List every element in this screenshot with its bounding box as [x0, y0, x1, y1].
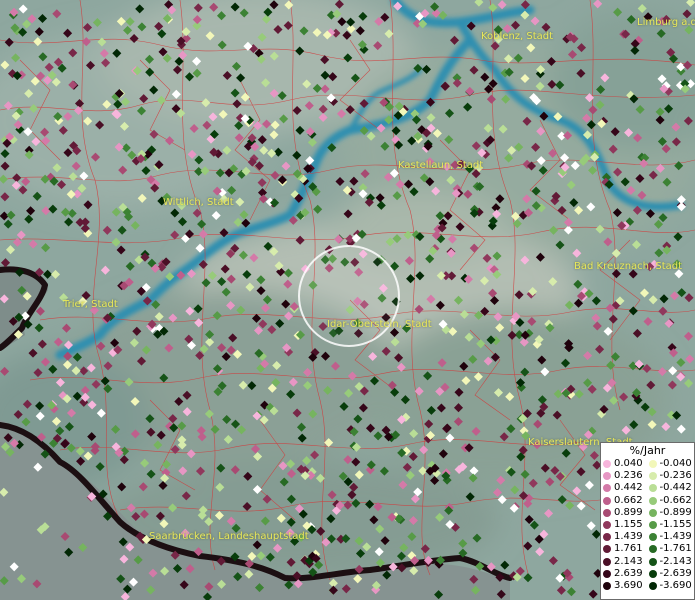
legend-row: 1.761 -1.761	[603, 543, 694, 555]
legend-entry-negative: -0.662	[648, 494, 695, 507]
legend-label: 1.439	[614, 531, 643, 543]
legend-title: %/Jahr	[629, 444, 666, 457]
legend-entry-negative: -0.236	[648, 470, 695, 482]
legend-row: 0.236 -0.236	[603, 470, 694, 482]
legend-entry-negative: -3.690	[648, 579, 695, 592]
legend-swatch	[603, 460, 611, 469]
city-label-wittlich: Wittlich, Stadt	[163, 197, 234, 208]
legend-entry-positive: 1.155	[603, 519, 649, 531]
legend-swatch	[648, 508, 657, 517]
legend-swatch	[648, 472, 657, 481]
legend-label: 2.143	[614, 555, 643, 567]
legend-swatch	[603, 569, 611, 578]
legend-row: 2.143 -2.143	[603, 556, 694, 568]
legend-row: 0.899 -0.899	[603, 507, 694, 519]
legend-entry-negative: -1.761	[648, 543, 695, 555]
legend-label: 0.662	[614, 494, 643, 506]
legend-swatch	[648, 533, 657, 542]
legend-row: 1.155 -1.155	[603, 519, 694, 531]
legend-row: 0.442 -0.442	[603, 482, 694, 494]
legend-label: 0.442	[614, 482, 643, 494]
focus-circle	[298, 245, 400, 347]
legend-label: -2.143	[659, 555, 692, 567]
legend-swatch	[648, 460, 657, 469]
legend-swatch	[603, 484, 611, 493]
legend-entry-positive: 2.639	[603, 568, 649, 580]
legend-entry-positive: 0.662	[603, 495, 649, 507]
legend-rows: 0.040 -0.040 0.236 -0.236 0.442 -0.442 0.662 -0…	[601, 458, 694, 592]
city-label-kastellaun: Kastellaun, Stadt	[398, 160, 484, 171]
legend-swatch	[648, 496, 657, 505]
legend-row: 3.690 -3.690	[603, 580, 694, 592]
legend-label: -0.040	[659, 458, 692, 470]
legend: %/Jahr 0.040 -0.040 0.236 -0.236 0.442 -0.442…	[600, 442, 695, 600]
legend-entry-negative: -1.439	[648, 531, 695, 543]
legend-label: 0.899	[614, 506, 643, 518]
legend-label: -0.899	[659, 506, 692, 518]
legend-entry-positive: 0.236	[603, 470, 649, 482]
city-label-trier: Trier, Stadt	[63, 299, 118, 310]
legend-swatch	[648, 521, 657, 530]
legend-swatch	[603, 508, 611, 517]
legend-entry-negative: -0.442	[648, 482, 695, 494]
legend-label: -1.761	[659, 543, 692, 555]
legend-entry-negative: -0.040	[648, 458, 695, 470]
legend-label: 3.690	[614, 579, 643, 591]
legend-swatch	[603, 521, 611, 530]
legend-label: -1.439	[659, 531, 692, 543]
legend-swatch	[648, 569, 657, 578]
legend-swatch	[648, 581, 657, 590]
legend-label: -1.155	[659, 519, 692, 531]
legend-label: 0.040	[614, 458, 643, 470]
legend-label: 0.236	[614, 470, 643, 482]
legend-swatch	[648, 557, 657, 566]
legend-swatch	[603, 545, 611, 554]
legend-swatch	[603, 533, 611, 542]
legend-entry-positive: 1.439	[603, 531, 649, 543]
legend-entry-positive: 0.442	[603, 482, 649, 494]
legend-swatch	[648, 484, 657, 493]
legend-label: 1.761	[614, 543, 643, 555]
legend-row: 0.040 -0.040	[603, 458, 694, 470]
legend-swatch	[603, 557, 611, 566]
city-label-bad-kreuznach: Bad Kreuznach, Stadt	[574, 261, 683, 272]
legend-label: -3.690	[659, 579, 692, 591]
city-label-koblenz: Koblenz, Stadt	[481, 31, 554, 42]
legend-label: 1.155	[614, 519, 643, 531]
legend-entry-positive: 0.899	[603, 507, 649, 519]
legend-label: -0.442	[659, 482, 692, 494]
legend-entry-negative: -2.639	[648, 567, 695, 580]
legend-label: -2.639	[659, 567, 692, 579]
legend-row: 2.639 -2.639	[603, 568, 694, 580]
city-label-saarbruecken: Saarbrücken, Landeshauptstadt	[149, 531, 309, 542]
legend-entry-negative: -1.155	[648, 519, 695, 531]
legend-entry-negative: -2.143	[648, 555, 695, 568]
city-label-idar-oberstein: Idar-Oberstein, Stadt	[327, 319, 432, 330]
legend-swatch	[648, 545, 657, 554]
legend-label: -0.236	[659, 470, 692, 482]
legend-entry-positive: 1.761	[603, 543, 649, 555]
legend-label: -0.662	[659, 494, 692, 506]
legend-entry-positive: 3.690	[603, 580, 649, 592]
legend-swatch	[603, 472, 611, 481]
legend-row: 0.662 -0.662	[603, 495, 694, 507]
legend-entry-positive: 0.040	[603, 458, 649, 470]
legend-swatch	[603, 496, 611, 505]
legend-row: 1.439 -1.439	[603, 531, 694, 543]
city-label-limburg: Limburg a.d.	[637, 17, 695, 28]
legend-entry-negative: -0.899	[648, 506, 695, 519]
legend-label: 2.639	[614, 567, 643, 579]
legend-swatch	[603, 581, 611, 590]
legend-entry-positive: 2.143	[603, 556, 649, 568]
